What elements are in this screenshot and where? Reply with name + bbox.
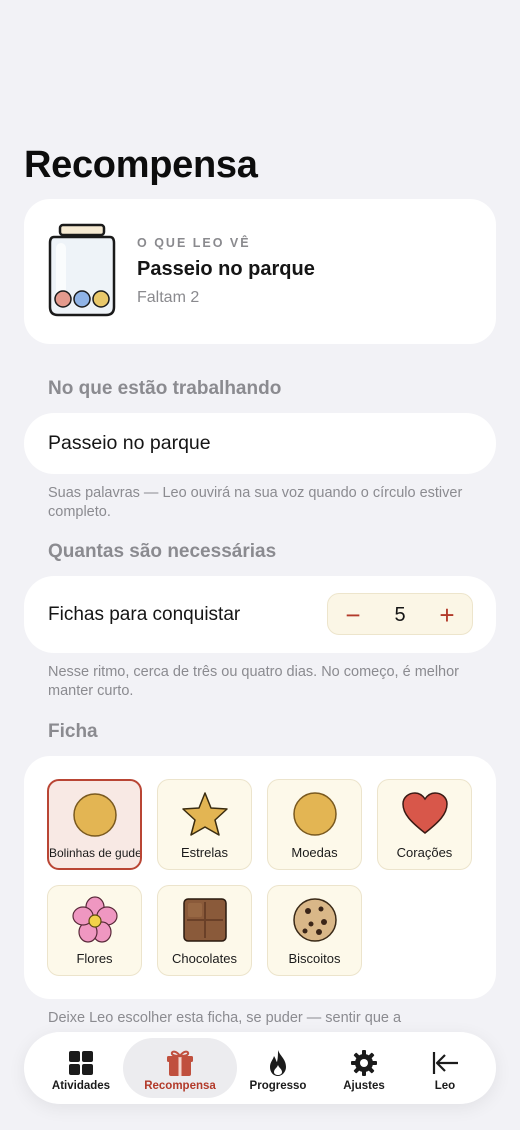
flower-icon — [71, 896, 118, 943]
goal-helper-text: Suas palavras — Leo ouvirá na sua voz qu… — [48, 485, 463, 520]
star-icon — [181, 792, 228, 836]
tab-label: Atividades — [51, 1080, 111, 1092]
gear-icon — [351, 1050, 377, 1076]
arrow-left-bar-icon — [432, 1052, 458, 1074]
gift-icon — [167, 1050, 193, 1076]
marble-icon — [72, 793, 117, 837]
reward-name-field[interactable]: Passeio no parque — [24, 413, 496, 474]
token-option-label: Bolinhas de gude — [49, 846, 140, 860]
jar-icon — [48, 223, 116, 317]
token-option-label: Flores — [76, 951, 113, 966]
reward-preview-card: O QUE LEO VÊ Passeio no parque Faltam 2 — [24, 199, 496, 344]
token-option-label: Chocolates — [171, 951, 238, 966]
heart-icon — [401, 792, 448, 834]
token-option-coracoes[interactable]: Corações — [377, 779, 472, 870]
tab-bar: Atividades Recompensa Progresso Ajustes … — [24, 1032, 496, 1104]
page-title: Recompensa — [24, 144, 258, 186]
tokens-stepper[interactable]: − 5 + — [327, 593, 473, 635]
tab-label: Recompensa — [144, 1080, 216, 1092]
tab-atividades[interactable]: Atividades — [24, 1038, 138, 1098]
token-option-label: Corações — [396, 845, 453, 860]
flame-icon — [270, 1050, 286, 1076]
chocolate-icon — [182, 898, 227, 942]
tab-label: Leo — [434, 1080, 456, 1092]
coin-icon — [292, 792, 337, 836]
increment-button[interactable]: + — [430, 598, 464, 632]
preview-remaining: Faltam 2 — [137, 289, 200, 306]
token-option-estrelas[interactable]: Estrelas — [157, 779, 252, 870]
tab-recompensa[interactable]: Recompensa — [123, 1038, 237, 1098]
grid-icon — [69, 1051, 93, 1075]
tokens-needed-label: Fichas para conquistar — [48, 604, 241, 625]
token-options-card: Bolinhas de gude Estrelas Moedas Coraçõe… — [24, 756, 496, 999]
goal-section-label: No que estão trabalhando — [48, 378, 282, 399]
token-option-label: Estrelas — [181, 845, 228, 860]
token-option-flores[interactable]: Flores — [47, 885, 142, 976]
token-section-label: Ficha — [48, 721, 98, 742]
token-option-bolinhas[interactable]: Bolinhas de gude — [47, 779, 142, 870]
reward-name-value[interactable]: Passeio no parque — [48, 432, 211, 455]
count-section-label: Quantas são necessárias — [48, 541, 277, 562]
token-helper-text: Deixe Leo escolher esta ficha, se puder … — [48, 1010, 402, 1026]
token-option-biscoitos[interactable]: Biscoitos — [267, 885, 362, 976]
cookie-icon — [292, 898, 337, 942]
preview-reward-title: Passeio no parque — [137, 258, 315, 280]
count-helper-text: Nesse ritmo, cerca de três ou quatro dia… — [48, 664, 460, 699]
token-option-label: Moedas — [291, 845, 338, 860]
tokens-needed-row: Fichas para conquistar − 5 + — [24, 576, 496, 653]
token-option-moedas[interactable]: Moedas — [267, 779, 362, 870]
token-option-label: Biscoitos — [288, 951, 341, 966]
preview-eyebrow: O QUE LEO VÊ — [137, 236, 251, 250]
tab-leo[interactable]: Leo — [388, 1038, 502, 1098]
token-option-chocolates[interactable]: Chocolates — [157, 885, 252, 976]
